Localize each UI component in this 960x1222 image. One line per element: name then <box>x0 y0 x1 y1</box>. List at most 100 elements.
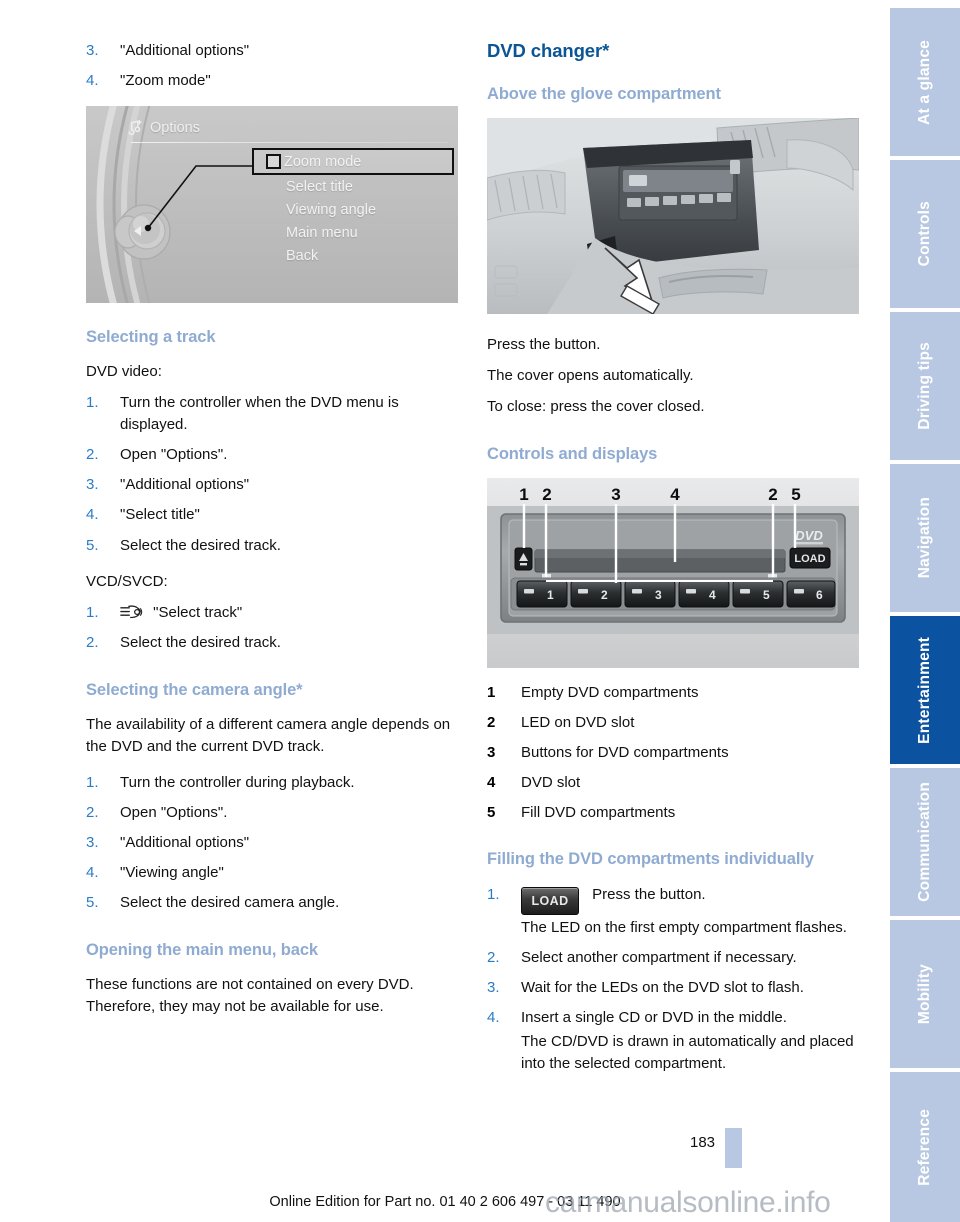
label-dvd-video: DVD video: <box>86 363 162 381</box>
tab-label: Navigation <box>916 497 933 579</box>
sidebar-item-communication[interactable]: Communication <box>890 768 960 916</box>
list-item: 1. LOAD Press the button. The LED on the… <box>487 884 859 939</box>
legend-number: 1 <box>487 684 496 702</box>
step-text: "Additional options" <box>120 476 250 494</box>
step-number: 5. <box>86 894 99 912</box>
heading-filling-compartments: Filling the DVD compartments individuall… <box>487 850 814 869</box>
step-number: 5. <box>86 536 99 554</box>
glove-line-2: The cover opens automatically. <box>487 367 694 385</box>
step-number: 3. <box>86 42 99 59</box>
tab-label: Reference <box>916 1108 933 1186</box>
sidebar-item-driving-tips[interactable]: Driving tips <box>890 312 960 460</box>
dvd-changer-illustration: DVD LOAD 1 2 3 4 5 6 1 2 3 4 2 5 <box>487 478 859 669</box>
list-item: 1 Empty DVD compartments <box>487 682 859 703</box>
step-number: 1. <box>487 885 500 903</box>
sidebar-item-controls[interactable]: Controls <box>890 160 960 308</box>
callout-leader-line <box>144 165 254 232</box>
page-number-bar <box>725 1128 742 1168</box>
sidebar-item-reference[interactable]: Reference <box>890 1072 960 1222</box>
manual-page: 3. "Additional options" 4. "Zoom mode" O… <box>0 0 960 1222</box>
step-text: Select the desired camera angle. <box>120 894 340 912</box>
step-number: 4. <box>86 72 99 90</box>
sidebar-item-entertainment[interactable]: Entertainment <box>890 616 960 764</box>
idrive-list-icon <box>120 605 143 618</box>
step-text: "Select track" <box>153 603 243 621</box>
step-text: Select another compartment if necessary. <box>521 948 797 966</box>
tab-label: At a glance <box>916 39 933 125</box>
page-title: DVD changer* <box>487 40 610 61</box>
glove-line-1: Press the button. <box>487 336 601 354</box>
list-item: 1. Turn the controller when the DVD menu… <box>86 392 458 436</box>
legend-text: Fill DVD compartments <box>521 804 676 822</box>
heading-selecting-camera-angle: Selecting the camera angle* <box>86 680 303 699</box>
svg-text:6: 6 <box>816 588 823 602</box>
list-item: 4. "Select title" <box>86 504 458 526</box>
step-number: 4. <box>86 864 99 882</box>
step-text: Select the desired track. <box>120 536 281 554</box>
list-item: 1. Turn the controller during playback. <box>86 772 458 794</box>
step-text: "Additional options" <box>120 42 250 59</box>
sidebar-item-navigation[interactable]: Navigation <box>890 464 960 612</box>
svg-text:3: 3 <box>655 588 662 602</box>
svg-text:DVD: DVD <box>795 528 823 543</box>
step-number: 2. <box>487 948 500 966</box>
main-menu-body: These functions are not contained on eve… <box>86 976 414 1016</box>
svg-text:4: 4 <box>709 588 716 602</box>
list-item: 2. Open "Options". <box>86 444 458 466</box>
step-text: Turn the controller during playback. <box>120 773 355 791</box>
step-number: 4. <box>487 1008 500 1026</box>
heading-opening-main-menu: Opening the main menu, back <box>86 941 319 960</box>
step-text: "Viewing angle" <box>120 864 224 882</box>
legend-text: DVD slot <box>521 774 581 792</box>
svg-text:2: 2 <box>601 588 608 602</box>
step-number: 2. <box>86 446 99 464</box>
step-text: Wait for the LEDs on the DVD slot to fla… <box>521 978 804 996</box>
left-column: 3. "Additional options" 4. "Zoom mode" O… <box>86 40 458 1027</box>
load-button[interactable]: LOAD <box>521 886 579 915</box>
watermark: carmanualsonline.info <box>545 1186 831 1219</box>
list-item: 4. Insert a single CD or DVD in the midd… <box>487 1007 859 1075</box>
list-item: 3. "Additional options" <box>86 832 458 854</box>
step-text: "Zoom mode" <box>120 72 211 90</box>
svg-text:1: 1 <box>547 588 554 602</box>
legend-text: Buttons for DVD compartments <box>521 744 729 762</box>
step-subtext: The CD/DVD is drawn in automatically and… <box>521 1032 854 1072</box>
list-item: 5 Fill DVD compartments <box>487 802 859 823</box>
step-text: Open "Options". <box>120 446 228 464</box>
tab-label: Mobility <box>916 963 933 1025</box>
sidebar-item-mobility[interactable]: Mobility <box>890 920 960 1068</box>
svg-text:4: 4 <box>670 485 680 504</box>
dvd-video-steps: 1. Turn the controller when the DVD menu… <box>86 392 458 556</box>
sidebar-item-at-a-glance[interactable]: At a glance <box>890 8 960 156</box>
tab-label: Communication <box>916 782 933 902</box>
legend-number: 4 <box>487 774 496 792</box>
continued-step-list: 3. "Additional options" 4. "Zoom mode" <box>86 40 458 92</box>
list-item: 5. Select the desired camera angle. <box>86 892 458 914</box>
page-number: 183 <box>690 1134 716 1151</box>
step-number: 3. <box>86 476 99 494</box>
list-item: 2. Select another compartment if necessa… <box>487 947 859 969</box>
list-item: 2 LED on DVD slot <box>487 712 859 733</box>
svg-text:2: 2 <box>768 485 777 504</box>
legend-number: 2 <box>487 714 496 732</box>
heading-selecting-a-track: Selecting a track <box>86 328 216 347</box>
glove-compartment-photo <box>487 118 859 315</box>
camera-angle-body: The availability of a different camera a… <box>86 715 451 755</box>
idrive-options-screenshot: Options Zoom mode Select title Viewing a… <box>86 106 458 304</box>
step-number: 4. <box>86 506 99 524</box>
filling-steps: 1. LOAD Press the button. The LED on the… <box>487 884 859 1075</box>
right-column: DVD changer* Above the glove compartment <box>487 40 859 1089</box>
tab-label: Entertainment <box>916 636 933 744</box>
list-item: 3. "Additional options" <box>86 474 458 496</box>
legend-number: 3 <box>487 744 496 762</box>
svg-text:2: 2 <box>542 485 551 504</box>
step-text: "Select title" <box>120 506 200 524</box>
step-text: Insert a single CD or DVD in the middle. <box>521 1008 787 1026</box>
list-item: 3. "Additional options" <box>86 40 458 62</box>
step-number: 3. <box>86 834 99 851</box>
section-tab-sidebar: At a glance Controls Driving tips Naviga… <box>890 0 960 1222</box>
heading-above-glove-compartment: Above the glove compartment <box>487 85 721 103</box>
list-item: 4. "Viewing angle" <box>86 862 458 884</box>
list-item: 4 DVD slot <box>487 772 859 793</box>
step-number: 1. <box>86 394 99 412</box>
